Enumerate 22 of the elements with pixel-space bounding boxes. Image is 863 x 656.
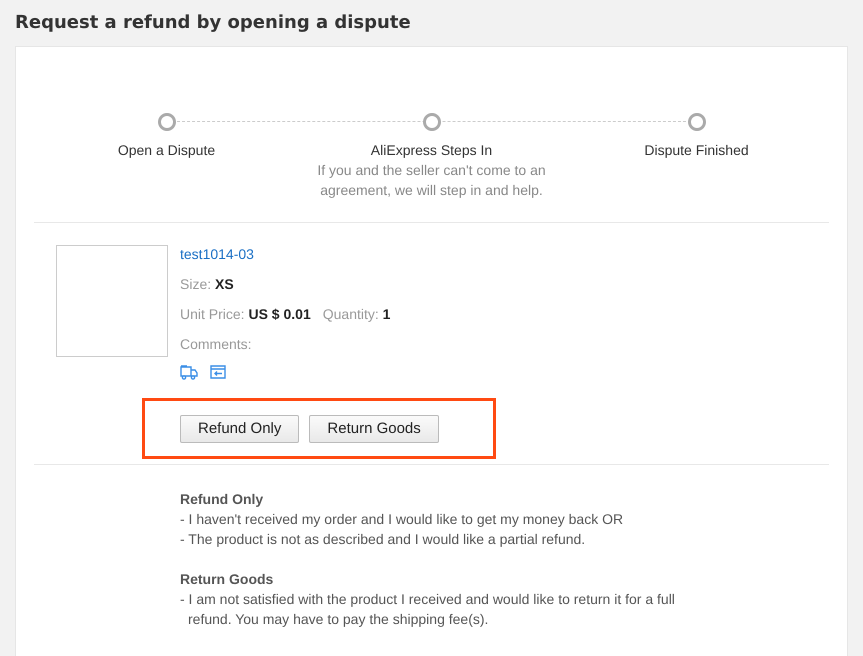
comments-label: Comments:	[180, 335, 252, 354]
step-label: AliExpress Steps In	[370, 141, 492, 160]
page-title: Request a refund by opening a dispute	[14, 11, 412, 35]
step-marker-icon	[422, 113, 440, 131]
option-description: - I am not satisfied with the product I received and would like to return it for a full refund. You may have to pay the shipping fee(s).	[180, 590, 676, 629]
truck-icon[interactable]	[180, 365, 198, 380]
option-title: Refund Only	[180, 490, 264, 509]
step-marker-icon	[158, 113, 176, 131]
option-description: - The product is not as described and I would like a partial refund.	[180, 530, 586, 549]
refund-option-button[interactable]: Return Goods	[309, 414, 439, 442]
quantity-text: Quantity: 1	[322, 305, 390, 324]
size-text: Size: XS	[180, 275, 234, 294]
step-description: If you and the seller can't come to an agreement, we will step in and help.	[316, 161, 547, 200]
return-box-icon[interactable]	[210, 365, 226, 379]
unit-price-text: Unit Price: US $ 0.01	[180, 305, 311, 324]
step-marker-icon	[688, 113, 706, 131]
step-label: Dispute Finished	[644, 141, 749, 160]
product-link[interactable]: test1014-03	[180, 245, 390, 263]
option-description: - I haven't received my order and I would like to get my money back OR	[180, 510, 624, 529]
refund-option-button[interactable]: Refund Only	[180, 414, 300, 442]
step-label: Open a Dispute	[118, 141, 216, 160]
option-title: Return Goods	[180, 570, 274, 589]
